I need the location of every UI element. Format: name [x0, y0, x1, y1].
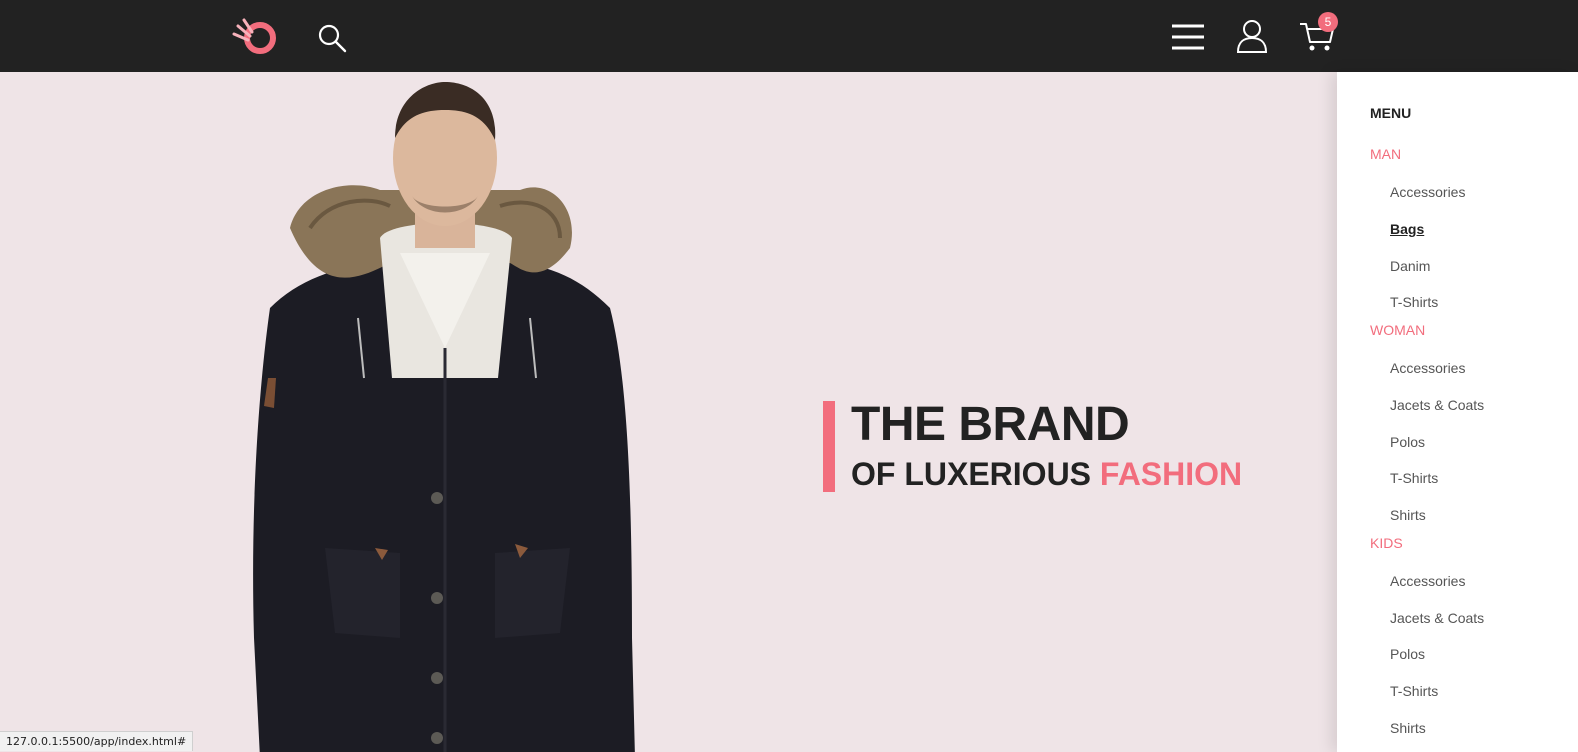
model-jacket-image — [253, 82, 635, 752]
menu-item-woman-jackets-coats[interactable]: Jacets & Coats — [1390, 397, 1484, 413]
menu-item-kids-polos[interactable]: Polos — [1390, 646, 1425, 662]
top-navbar: 5 — [0, 0, 1578, 72]
menu-item-man-t-shirts[interactable]: T-Shirts — [1390, 294, 1438, 310]
menu-title: MENU — [1370, 105, 1412, 121]
menu-item-woman-accessories[interactable]: Accessories — [1390, 360, 1465, 376]
headline-line-1: THE BRAND — [851, 398, 1130, 451]
menu-category-kids[interactable]: KIDS — [1370, 535, 1403, 551]
menu-item-man-bags[interactable]: Bags — [1390, 221, 1424, 237]
headline-accent-bar — [823, 401, 835, 492]
cart-count-badge: 5 — [1318, 12, 1338, 32]
headline-accent-word: FASHION — [1099, 456, 1243, 492]
menu-item-woman-shirts[interactable]: Shirts — [1390, 507, 1426, 523]
user-icon[interactable] — [1236, 18, 1268, 54]
menu-item-man-accessories[interactable]: Accessories — [1390, 184, 1465, 200]
headline-line-2-prefix: OF LUXERIOUS — [851, 456, 1092, 492]
menu-item-kids-t-shirts[interactable]: T-Shirts — [1390, 683, 1438, 699]
hero-banner: THE BRAND OF LUXERIOUS FASHION — [0, 72, 1337, 752]
menu-item-kids-accessories[interactable]: Accessories — [1390, 573, 1465, 589]
menu-item-kids-shirts[interactable]: Shirts — [1390, 720, 1426, 736]
headline-line-2: OF LUXERIOUS FASHION — [851, 456, 1242, 493]
hamburger-icon[interactable] — [1170, 20, 1206, 54]
menu-category-man[interactable]: MAN — [1370, 146, 1401, 162]
status-bar-url: 127.0.0.1:5500/app/index.html# — [0, 731, 194, 751]
menu-item-man-danim[interactable]: Danim — [1390, 258, 1430, 274]
menu-category-woman[interactable]: WOMAN — [1370, 322, 1425, 338]
side-menu-panel: MENU MAN Accessories Bags Danim T-Shirts… — [1337, 72, 1578, 752]
menu-item-woman-t-shirts[interactable]: T-Shirts — [1390, 470, 1438, 486]
search-icon[interactable] — [316, 22, 348, 54]
menu-item-woman-polos[interactable]: Polos — [1390, 434, 1425, 450]
menu-item-kids-jackets-coats[interactable]: Jacets & Coats — [1390, 610, 1484, 626]
brand-logo-icon[interactable] — [230, 14, 282, 58]
